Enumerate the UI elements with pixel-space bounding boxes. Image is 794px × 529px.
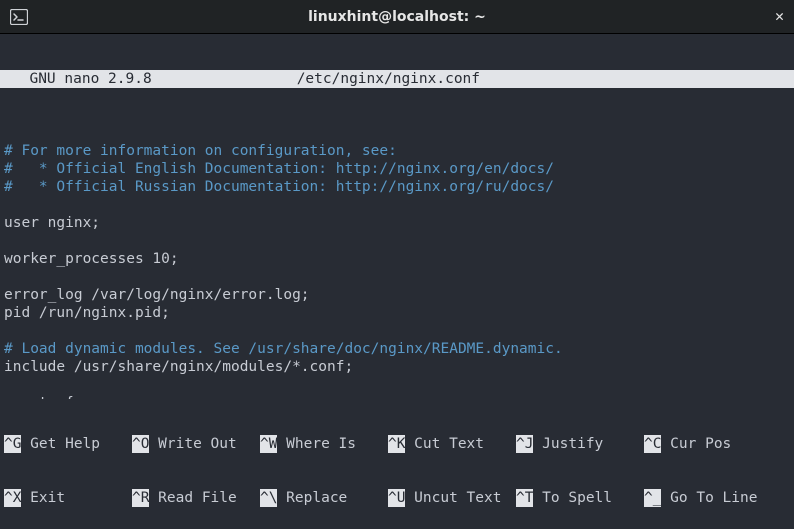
terminal-icon bbox=[10, 9, 28, 25]
shortcut-label: Write Out bbox=[149, 435, 236, 453]
shortcut-label: To Spell bbox=[533, 489, 612, 507]
shortcut-item: ^KCut Text bbox=[388, 435, 516, 453]
nano-file-path: /etc/nginx/nginx.conf bbox=[152, 70, 790, 88]
shortcut-label: Go To Line bbox=[661, 489, 757, 507]
shortcut-key: ^W bbox=[260, 435, 277, 453]
editor-line bbox=[4, 268, 790, 286]
shortcut-key: ^\ bbox=[260, 489, 277, 507]
editor-line: events { bbox=[4, 394, 790, 399]
editor-line bbox=[4, 376, 790, 394]
close-icon[interactable]: ✕ bbox=[775, 9, 784, 24]
editor-line: worker_processes 10; bbox=[4, 250, 790, 268]
shortcut-item: ^GGet Help bbox=[4, 435, 132, 453]
shortcut-label: Where Is bbox=[277, 435, 356, 453]
editor-line: user nginx; bbox=[4, 214, 790, 232]
shortcut-item: ^JJustify bbox=[516, 435, 644, 453]
editor-line: # * Official English Documentation: http… bbox=[4, 160, 790, 178]
editor-line bbox=[4, 196, 790, 214]
shortcut-key: ^_ bbox=[644, 489, 661, 507]
shortcut-item: ^\Replace bbox=[260, 489, 388, 507]
nano-app-label: GNU nano 2.9.8 bbox=[4, 70, 152, 88]
shortcut-key: ^J bbox=[516, 435, 533, 453]
terminal-viewport[interactable]: GNU nano 2.9.8 /etc/nginx/nginx.conf # F… bbox=[0, 34, 794, 399]
shortcut-item: ^_Go To Line bbox=[644, 489, 772, 507]
nano-header: GNU nano 2.9.8 /etc/nginx/nginx.conf bbox=[0, 70, 794, 88]
shortcut-label: Read File bbox=[149, 489, 236, 507]
editor-line: pid /run/nginx.pid; bbox=[4, 304, 790, 322]
window-title: linuxhint@localhost: ~ bbox=[90, 9, 704, 25]
shortcut-item: ^UUncut Text bbox=[388, 489, 516, 507]
window-titlebar: linuxhint@localhost: ~ ✕ bbox=[0, 0, 794, 34]
shortcut-label: Exit bbox=[21, 489, 65, 507]
editor-line: # For more information on configuration,… bbox=[4, 142, 790, 160]
shortcut-key: ^K bbox=[388, 435, 405, 453]
editor-line bbox=[4, 124, 790, 142]
shortcut-label: Uncut Text bbox=[405, 489, 501, 507]
editor-line bbox=[4, 322, 790, 340]
shortcut-key: ^U bbox=[388, 489, 405, 507]
shortcut-item: ^XExit bbox=[4, 489, 132, 507]
editor-line: # * Official Russian Documentation: http… bbox=[4, 178, 790, 196]
shortcut-item: ^CCur Pos bbox=[644, 435, 772, 453]
shortcut-key: ^X bbox=[4, 489, 21, 507]
shortcut-label: Get Help bbox=[21, 435, 100, 453]
shortcut-key: ^T bbox=[516, 489, 533, 507]
editor-line bbox=[4, 232, 790, 250]
shortcut-key: ^R bbox=[132, 489, 149, 507]
shortcut-label: Cur Pos bbox=[661, 435, 731, 453]
shortcut-key: ^C bbox=[644, 435, 661, 453]
shortcut-item: ^TTo Spell bbox=[516, 489, 644, 507]
shortcut-key: ^O bbox=[132, 435, 149, 453]
shortcut-item: ^OWrite Out bbox=[132, 435, 260, 453]
editor-line: include /usr/share/nginx/modules/*.conf; bbox=[4, 358, 790, 376]
nano-shortcut-bar: ^GGet Help^OWrite Out^WWhere Is^KCut Tex… bbox=[0, 399, 794, 529]
shortcut-key: ^G bbox=[4, 435, 21, 453]
editor-line: error_log /var/log/nginx/error.log; bbox=[4, 286, 790, 304]
shortcut-label: Replace bbox=[277, 489, 347, 507]
shortcut-label: Cut Text bbox=[405, 435, 484, 453]
shortcut-item: ^WWhere Is bbox=[260, 435, 388, 453]
shortcut-label: Justify bbox=[533, 435, 603, 453]
editor-content[interactable]: # For more information on configuration,… bbox=[4, 124, 790, 399]
editor-line: # Load dynamic modules. See /usr/share/d… bbox=[4, 340, 790, 358]
shortcut-item: ^RRead File bbox=[132, 489, 260, 507]
